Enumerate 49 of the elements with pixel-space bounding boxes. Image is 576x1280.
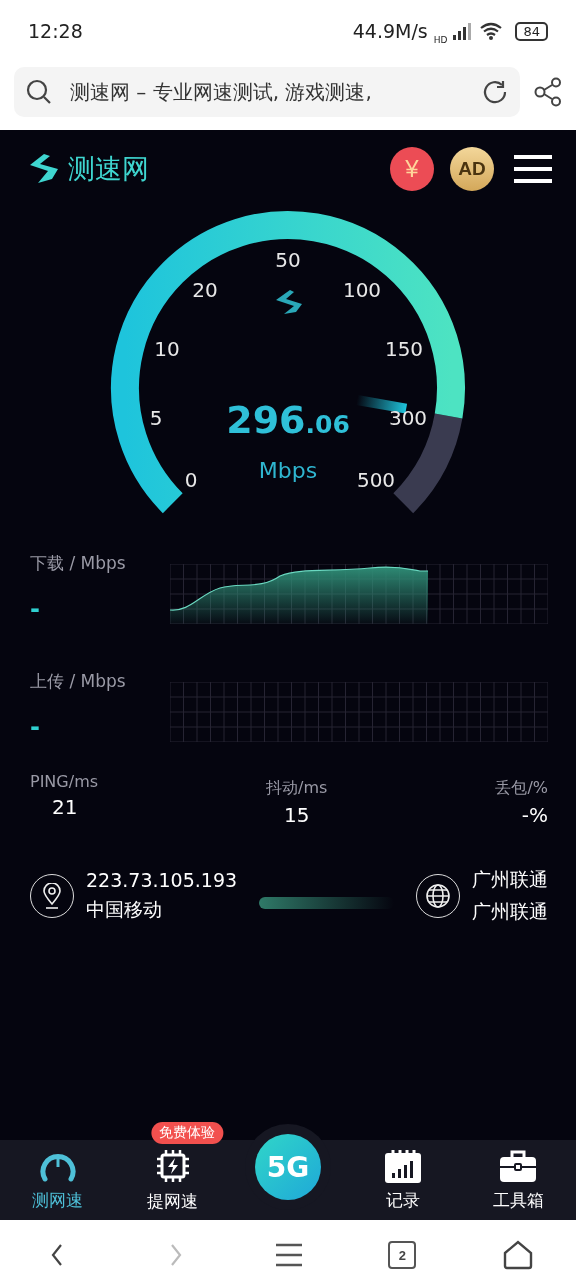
download-value: -: [30, 595, 40, 623]
clock: 12:28: [28, 20, 83, 42]
tab-item[interactable]: 测网速: [0, 1148, 116, 1212]
upload-value: -: [30, 713, 40, 741]
gauge-tick-label: 20: [192, 278, 218, 302]
stat-label: 丢包/%: [495, 778, 548, 799]
signal-icon: [453, 22, 474, 40]
chart-icon: [384, 1148, 423, 1183]
tab-count[interactable]: 2: [388, 1241, 417, 1269]
stat-label: PING/ms: [30, 772, 99, 791]
ip-address: 223.73.105.193: [86, 869, 238, 891]
upload-label: 上传 / Mbps: [30, 670, 127, 693]
speed-value: 296: [226, 398, 306, 442]
speed-unit: Mbps: [258, 458, 318, 483]
address-bar[interactable]: 测速网 – 专业网速测试, 游戏测速,: [14, 67, 520, 117]
battery-level: 84: [515, 21, 548, 41]
tab-item[interactable]: 记录: [345, 1148, 461, 1212]
reload-icon[interactable]: [482, 79, 508, 105]
search-icon: [26, 79, 52, 105]
toolbox-icon: [499, 1148, 538, 1183]
network-type: HD: [433, 35, 448, 45]
tab-item[interactable]: 工具箱: [460, 1148, 576, 1212]
stat-label: 抖动/ms: [266, 778, 328, 799]
gauge-tick-label: 5: [149, 406, 163, 430]
gauge-tick-label: 0: [184, 468, 198, 492]
gauge-tick-label: 500: [356, 468, 396, 492]
gauge-tick-label: 150: [384, 337, 424, 361]
gauge-tick-label: 300: [388, 406, 428, 430]
wifi-icon: [479, 22, 504, 40]
server-isp: 广州联通: [472, 899, 548, 924]
network-speed: 44.9M/s: [352, 20, 428, 42]
download-label: 下载 / Mbps: [30, 552, 127, 575]
speed-decimals: .06: [305, 410, 350, 439]
stat-value: -%: [521, 803, 548, 827]
menu-icon[interactable]: [514, 154, 552, 184]
stat-value: 15: [284, 803, 310, 827]
ad-button[interactable]: AD: [450, 147, 494, 191]
page-title: 测速网 – 专业网速测试, 游戏测速,: [70, 78, 373, 106]
gauge-tick-label: 100: [342, 278, 382, 302]
chip-icon: [154, 1147, 191, 1184]
stat-value: 21: [52, 795, 78, 819]
isp-name: 中国移动: [86, 897, 163, 922]
gauge-tick-label: 10: [154, 337, 180, 361]
share-icon[interactable]: [534, 77, 562, 107]
server-city: 广州联通: [472, 867, 548, 892]
site-logo: 测速网: [68, 152, 149, 186]
logo-icon: [276, 290, 302, 314]
gauge-tick-label: 50: [275, 248, 301, 272]
promo-badge: 免费体验: [151, 1121, 224, 1144]
